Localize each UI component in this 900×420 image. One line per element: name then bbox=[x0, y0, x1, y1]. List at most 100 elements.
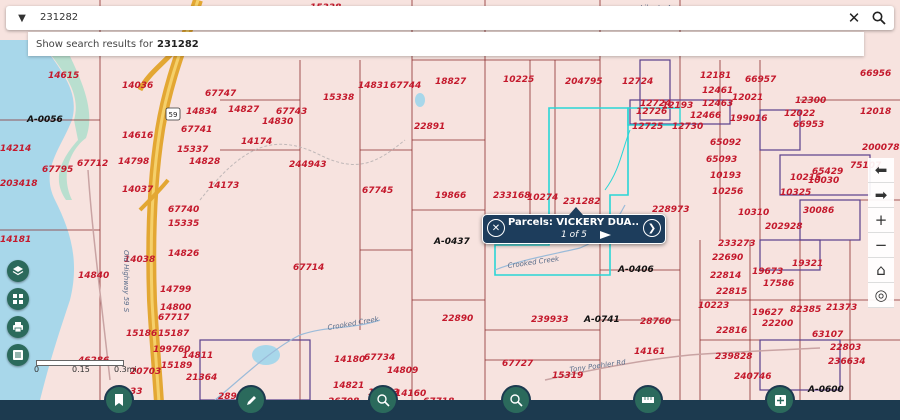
parcel-label: 21364 bbox=[186, 373, 217, 383]
parcel-label: 15189 bbox=[161, 361, 192, 371]
parcel-label: 67717 bbox=[158, 313, 190, 323]
parcel-label: 10225 bbox=[503, 75, 534, 85]
layers-button[interactable] bbox=[7, 260, 29, 282]
parcel-label: 10310 bbox=[738, 208, 769, 218]
parcel-label: 82385 bbox=[790, 305, 821, 315]
parcel-label: 14798 bbox=[118, 157, 149, 167]
search-dropdown-button[interactable]: ▼ bbox=[12, 10, 32, 26]
close-icon: ✕ bbox=[491, 222, 501, 234]
results-prefix: Show search results for bbox=[36, 38, 153, 50]
abstract-label: A-0056 bbox=[26, 115, 63, 125]
zoom-out-button[interactable]: − bbox=[868, 233, 894, 258]
road-label: Old Highway 59 S bbox=[122, 250, 130, 313]
parcel-label: 22200 bbox=[762, 319, 793, 329]
abstract-label: A-0406 bbox=[617, 265, 654, 275]
minus-icon: − bbox=[874, 236, 888, 254]
add-icon bbox=[774, 394, 786, 406]
forward-button[interactable]: ➡ bbox=[868, 183, 894, 208]
parcel-label: 67714 bbox=[293, 263, 324, 273]
parcel-label: 12181 bbox=[700, 71, 731, 81]
parcel-label: 239828 bbox=[715, 352, 753, 362]
parcel-label: 14827 bbox=[228, 105, 260, 115]
parcel-label: 30086 bbox=[803, 206, 834, 216]
pond bbox=[252, 345, 280, 365]
parcel-label: 233273 bbox=[718, 239, 756, 249]
parcel-label: 67727 bbox=[502, 359, 534, 369]
query-button[interactable] bbox=[501, 385, 531, 415]
parcel-label: 204795 bbox=[565, 77, 603, 87]
chevron-right-icon: ❯ bbox=[647, 222, 657, 234]
parcel-label: 14809 bbox=[387, 366, 418, 376]
parcel-label: 14037 bbox=[122, 185, 154, 195]
parcel-label: 15186 bbox=[126, 329, 157, 339]
zoom-in-button[interactable]: + bbox=[868, 208, 894, 233]
list-icon bbox=[13, 350, 23, 360]
popup-close-button[interactable]: ✕ bbox=[487, 219, 505, 237]
parcel-label: 10274 bbox=[527, 193, 558, 203]
identify-button[interactable] bbox=[368, 385, 398, 415]
parcel-label: 15335 bbox=[168, 219, 199, 229]
parcel-label: 14616 bbox=[122, 131, 153, 141]
parcel-label: 66953 bbox=[793, 120, 824, 130]
popup-pointer bbox=[569, 207, 583, 215]
arrow-right-icon: ➡ bbox=[874, 186, 888, 204]
parcel-label: 239933 bbox=[531, 315, 569, 325]
scale-label-mid: 0.15 bbox=[72, 365, 90, 374]
parcel-label: 10325 bbox=[780, 188, 811, 198]
print-button[interactable] bbox=[7, 316, 29, 338]
parcel-label: 67712 bbox=[77, 159, 108, 169]
search-input[interactable] bbox=[40, 9, 830, 25]
search-results-suggestion[interactable]: Show search results for 231282 bbox=[28, 32, 864, 56]
parcel-label: 67741 bbox=[181, 125, 212, 135]
clear-search-button[interactable]: ✕ bbox=[844, 8, 864, 28]
parcel-label: 14821 bbox=[333, 381, 364, 391]
home-icon: ⌂ bbox=[876, 261, 886, 279]
search-icon bbox=[872, 11, 886, 25]
parcel-label: 21373 bbox=[826, 303, 857, 313]
parcel-label: 14036 bbox=[122, 81, 153, 91]
parcel-label: 65093 bbox=[706, 155, 737, 165]
parcel-label: 14811 bbox=[182, 351, 213, 361]
parcel-label: 67743 bbox=[276, 107, 307, 117]
table-button[interactable] bbox=[7, 344, 29, 366]
grid-icon bbox=[13, 294, 23, 304]
bookmark-button[interactable] bbox=[104, 385, 134, 415]
parcel-label: 10030 bbox=[808, 176, 839, 186]
popup-expand-button[interactable]: ❯ bbox=[643, 219, 661, 237]
parcel-label: 15338 bbox=[323, 93, 354, 103]
abstract-label: A-0437 bbox=[433, 237, 470, 247]
parcel-label: 18827 bbox=[435, 77, 467, 87]
parcel-label: 236634 bbox=[828, 357, 866, 367]
parcel-label: 10223 bbox=[698, 301, 729, 311]
highway-shield-label: 59 bbox=[169, 111, 178, 119]
plus-icon: + bbox=[874, 211, 888, 229]
parcel-label: 203418 bbox=[0, 179, 38, 189]
abstract-label: A-0600 bbox=[807, 385, 844, 395]
parcel-label: 12018 bbox=[860, 107, 891, 117]
parcel-label: 14826 bbox=[168, 249, 199, 259]
parcel-label: 28760 bbox=[640, 317, 671, 327]
basemap-button[interactable] bbox=[7, 288, 29, 310]
measure-button[interactable] bbox=[633, 385, 663, 415]
left-toolbar bbox=[7, 260, 29, 372]
home-button[interactable]: ⌂ bbox=[868, 258, 894, 283]
parcel-label: 12021 bbox=[732, 93, 763, 103]
measure-icon bbox=[642, 397, 654, 403]
parcel-label: 19866 bbox=[435, 191, 466, 201]
parcel-label: 67744 bbox=[390, 81, 421, 91]
popup-next-feature-arrow[interactable] bbox=[600, 231, 611, 239]
parcel-label: 22891 bbox=[414, 122, 445, 132]
abstract-label: A-0741 bbox=[583, 315, 620, 325]
search-button[interactable] bbox=[868, 8, 890, 28]
crosshair-icon: ◎ bbox=[874, 286, 888, 304]
parcel-label: 10256 bbox=[712, 187, 743, 197]
parcel-label: 14160 bbox=[395, 389, 426, 399]
parcel-label: 14800 bbox=[160, 303, 191, 313]
pencil-icon bbox=[246, 395, 256, 405]
add-data-button[interactable] bbox=[765, 385, 795, 415]
locate-button[interactable]: ◎ bbox=[868, 283, 894, 308]
parcel-label: 14834 bbox=[186, 107, 217, 117]
draw-button[interactable] bbox=[236, 385, 266, 415]
parcel-label: 12022 bbox=[784, 109, 815, 119]
back-button[interactable]: ⬅ bbox=[868, 158, 894, 183]
